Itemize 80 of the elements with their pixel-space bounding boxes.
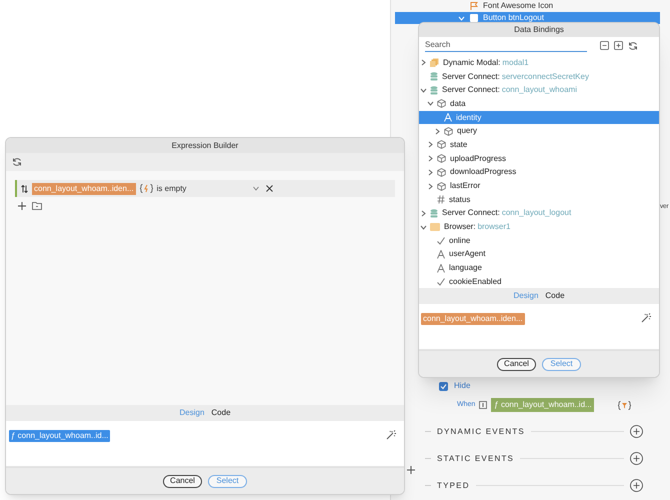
stacked-pages-icon — [430, 58, 439, 68]
text-type-icon — [437, 264, 445, 273]
tree-row[interactable]: query — [419, 124, 659, 138]
checkmark-icon — [437, 278, 445, 286]
section-heading: DYNAMIC EVENTS — [437, 426, 525, 438]
chevron-down-icon — [252, 186, 259, 191]
tree-row[interactable]: Server Connect: conn_layout_whoami — [419, 83, 659, 98]
search-field[interactable]: Search — [425, 40, 587, 52]
cube-icon — [444, 126, 453, 136]
database-icon — [430, 72, 438, 82]
cube-icon — [437, 168, 446, 177]
database-icon — [430, 86, 438, 95]
dialog-button[interactable]: Cancel — [163, 474, 202, 488]
chevron-right-icon[interactable] — [420, 210, 427, 217]
section-heading: TYPED — [437, 480, 470, 492]
operator-select[interactable]: is empty — [156, 184, 259, 192]
tree-row[interactable]: online — [419, 234, 659, 248]
filter-braces-icon[interactable] — [618, 400, 632, 410]
chevron-right-icon[interactable] — [427, 141, 434, 148]
database-icon — [430, 208, 438, 218]
close-icon[interactable] — [266, 185, 273, 192]
window-title: Data Bindings — [419, 23, 659, 37]
magic-wand-icon[interactable] — [386, 430, 396, 440]
chevron-right-icon[interactable] — [427, 182, 434, 190]
tab[interactable]: Code — [545, 292, 565, 300]
binding-name: serverconnectSecretKey — [502, 72, 589, 81]
tree-row[interactable]: uploadProgress — [419, 152, 659, 166]
chevron-right-icon[interactable] — [434, 128, 441, 135]
binding-name: conn_layout_whoami — [502, 86, 577, 94]
dialog-button[interactable]: Cancel — [497, 358, 536, 370]
add-circle-icon[interactable] — [630, 425, 643, 438]
lightning-braces-icon[interactable] — [140, 184, 153, 193]
chevron-right-icon[interactable] — [427, 168, 434, 176]
magic-wand-icon[interactable] — [641, 313, 651, 323]
tree-row[interactable]: Server Connect: serverconnectSecretKey — [419, 70, 659, 84]
flag-icon — [470, 2, 478, 10]
cube-icon — [437, 182, 446, 191]
tree-row[interactable]: state — [419, 138, 659, 152]
tree-row[interactable]: language — [419, 261, 659, 275]
cube-icon — [437, 140, 446, 150]
text-type-icon — [444, 113, 452, 122]
tree-row[interactable]: Server Connect: conn_layout_logout — [419, 206, 659, 220]
plus-icon[interactable] — [407, 466, 415, 474]
binding-name: conn_layout_logout — [502, 209, 572, 218]
cube-icon — [437, 154, 446, 164]
binding-name: browser1 — [478, 223, 510, 232]
add-circle-icon[interactable] — [630, 452, 643, 465]
refresh-icon[interactable] — [12, 157, 22, 167]
binding-name: modal1 — [502, 58, 529, 67]
collapse-icon[interactable] — [600, 41, 609, 50]
folder-icon — [430, 223, 440, 232]
window-title: Expression Builder — [6, 138, 404, 153]
chevron-down-icon[interactable] — [420, 224, 427, 231]
text-type-icon — [437, 250, 445, 259]
tree-row[interactable]: status — [419, 192, 659, 207]
expand-icon[interactable] — [614, 41, 623, 50]
checkmark-icon — [437, 236, 445, 245]
plus-icon[interactable] — [18, 202, 26, 210]
info-icon[interactable] — [479, 401, 488, 409]
cube-icon — [437, 99, 446, 108]
folder-icon[interactable] — [32, 202, 42, 210]
tree-row[interactable]: Dynamic Modal: modal1 — [419, 56, 659, 70]
tree-row[interactable]: cookieEnabled — [419, 275, 659, 288]
tree-row[interactable]: data — [419, 97, 659, 111]
chevron-down-icon[interactable] — [420, 86, 427, 94]
tree-row[interactable]: lastError — [419, 179, 659, 193]
tree-row[interactable]: downloadProgress — [419, 166, 659, 180]
chevron-right-icon[interactable] — [427, 155, 434, 162]
section-heading: STATIC EVENTS — [437, 452, 514, 464]
checkbox-label[interactable]: Hide — [454, 380, 470, 392]
tree-row[interactable]: Browser: browser1 — [419, 220, 659, 234]
tree-label[interactable]: Font Awesome Icon — [483, 2, 554, 10]
sort-arrows-icon[interactable] — [21, 184, 28, 192]
tree-row[interactable]: userAgent — [419, 248, 659, 262]
hash-icon — [437, 195, 445, 204]
chevron-right-icon[interactable] — [420, 59, 427, 66]
add-circle-icon[interactable] — [630, 479, 643, 492]
chevron-down-icon[interactable] — [427, 100, 434, 108]
refresh-icon[interactable] — [628, 40, 638, 50]
tab[interactable]: Code — [211, 409, 231, 417]
